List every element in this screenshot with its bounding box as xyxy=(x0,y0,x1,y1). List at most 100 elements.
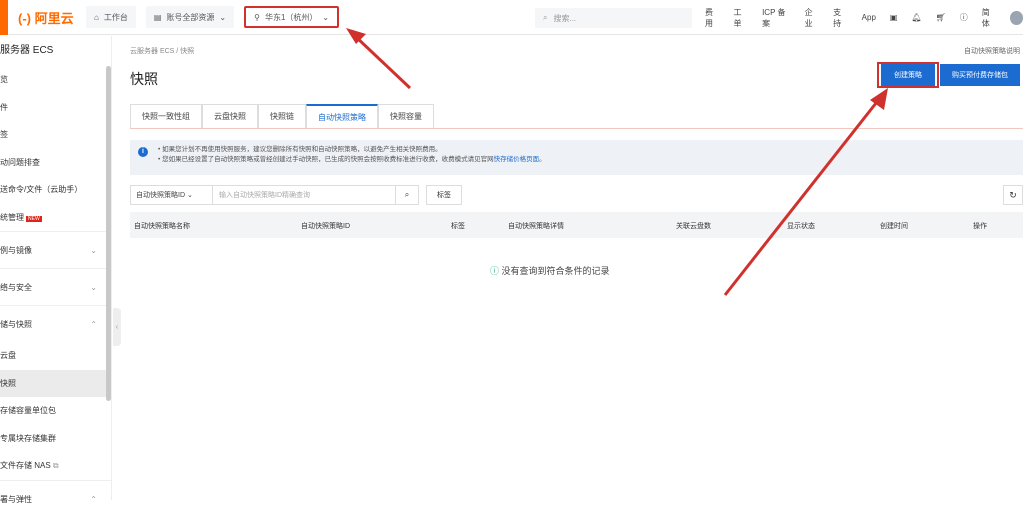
page-title: 快照 xyxy=(130,71,158,87)
sidebar-item-nas[interactable]: 文件存储 NAS ⧉ xyxy=(0,452,111,480)
sidebar-item-snapshot[interactable]: 快照 xyxy=(0,369,111,397)
workbench-label: 工作台 xyxy=(103,12,128,22)
global-search[interactable]: ⌕ 搜索... xyxy=(535,8,692,28)
chevron-down-icon: ⌄ xyxy=(90,246,97,255)
nav-fees[interactable]: 费用 xyxy=(705,7,720,29)
tag-filter-button[interactable]: 标签 xyxy=(426,185,462,205)
tab-consistency-group[interactable]: 快照一致性组 xyxy=(130,104,202,128)
empty-state: ⓘ 没有查询到符合条件的记录 xyxy=(490,264,610,277)
aliyun-logo[interactable]: (-) 阿里云 xyxy=(18,8,86,27)
refresh-icon: ↻ xyxy=(1009,189,1017,200)
sidebar-group[interactable]: 例与镜像 ⌄ xyxy=(0,231,111,268)
chevron-up-icon: ⌃ xyxy=(90,494,97,504)
bell-icon[interactable]: 🔔︎ xyxy=(911,13,921,22)
filter-bar: 自动快照策略ID ⌄ 输入自动快照策略ID精确查询 ⌕ 标签 xyxy=(130,185,462,205)
column-header: 标签 xyxy=(451,223,465,230)
breadcrumb[interactable]: 云服务器 ECS / 快照 xyxy=(130,46,194,56)
column-header: 自动快照策略ID xyxy=(301,223,350,230)
sidebar-item[interactable]: 送命令/文件（云助手） xyxy=(0,176,111,204)
column-header: 显示状态 xyxy=(787,223,815,230)
new-badge: NEW xyxy=(26,215,42,222)
tab-disk-snapshot[interactable]: 云盘快照 xyxy=(202,104,258,128)
sidebar-item[interactable]: 件 xyxy=(0,94,111,122)
sidebar-group-label: 例与镜像 xyxy=(0,246,32,255)
avatar[interactable] xyxy=(1010,10,1023,25)
column-header: 自动快照策略详情 xyxy=(508,223,564,230)
menu-button[interactable] xyxy=(0,0,8,35)
sidebar-group[interactable]: 署与弹性 ⌃ xyxy=(0,479,111,517)
filter-field-select[interactable]: 自动快照策略ID ⌄ xyxy=(130,185,213,205)
tab-snapshot-chain[interactable]: 快照链 xyxy=(258,104,306,128)
column-header: 自动快照策略名称 xyxy=(134,223,190,230)
chevron-down-icon: ⌄ xyxy=(90,283,97,292)
sidebar-group-label: 储与快照 xyxy=(0,320,32,329)
location-icon: ⚲ xyxy=(254,12,260,22)
sidebar-group[interactable]: 络与安全 ⌄ xyxy=(0,268,111,305)
chevron-down-icon: ⌄ xyxy=(219,12,227,22)
info-icon: i xyxy=(138,147,148,157)
column-header: 操作 xyxy=(973,223,987,230)
cart-icon[interactable]: 🛒︎ xyxy=(936,13,946,22)
sidebar: 服务器 ECS 览 件 签 动问题排查 送命令/文件（云助手） 统管理 NEW 例… xyxy=(0,36,112,504)
create-policy-button[interactable]: 创建策略 xyxy=(881,64,935,86)
workbench-button[interactable]: ⌂ 工作台 xyxy=(86,6,136,28)
search-icon: ⌕ xyxy=(543,13,548,22)
resource-icon: ▤ xyxy=(153,12,162,22)
image-icon[interactable]: ▣ xyxy=(890,13,898,22)
column-header: 关联云盘数 xyxy=(676,223,711,230)
help-link[interactable]: 自动快照策略说明 xyxy=(964,46,1020,56)
tab-auto-snapshot-policy[interactable]: 自动快照策略 xyxy=(306,104,378,128)
table-header: 自动快照策略名称 自动快照策略ID 标签 自动快照策略详情 关联云盘数 显示状态… xyxy=(130,212,1023,238)
nav-app[interactable]: App xyxy=(862,13,876,22)
pricing-link[interactable]: 快存储价格页面。 xyxy=(494,156,546,163)
tab-snapshot-capacity[interactable]: 快照容量 xyxy=(378,104,434,128)
search-button[interactable]: ⌕ xyxy=(396,185,419,205)
empty-message: 没有查询到符合条件的记录 xyxy=(501,266,610,276)
search-icon: ⌕ xyxy=(404,190,410,199)
tab-bar: 快照一致性组 云盘快照 快照链 自动快照策略 快照容量 xyxy=(130,104,1023,129)
region-label: 华东1（杭州） xyxy=(264,12,318,22)
sidebar-item[interactable]: 专属块存储集群 xyxy=(0,425,111,453)
sidebar-scrollbar[interactable] xyxy=(106,66,111,401)
chevron-up-icon: ⌃ xyxy=(90,320,97,329)
home-icon: ⌂ xyxy=(94,12,99,22)
chevron-down-icon: ⌄ xyxy=(186,192,193,199)
nav-icp[interactable]: ICP 备案 xyxy=(762,7,791,29)
sidebar-title: 服务器 ECS xyxy=(0,45,54,56)
refresh-button[interactable]: ↻ xyxy=(1003,185,1023,205)
language-switch[interactable]: 简体 xyxy=(982,7,997,29)
sidebar-group-label: 络与安全 xyxy=(0,283,32,292)
notice-text: 如果您计划不再使用快照服务，建议您删除所有快照和自动快照策略，以避免产生相关快照… xyxy=(162,146,442,153)
external-link-icon: ⧉ xyxy=(52,461,59,470)
annotation-arrow xyxy=(353,34,412,90)
sidebar-item[interactable]: 览 xyxy=(0,66,111,94)
info-icon: ⓘ xyxy=(490,266,500,276)
column-header: 创建时间 xyxy=(880,223,908,230)
sidebar-item[interactable]: 动问题排查 xyxy=(0,149,111,177)
nav-tickets[interactable]: 工单 xyxy=(734,7,749,29)
sidebar-item-cloud-disk[interactable]: 云盘 xyxy=(0,342,111,370)
search-placeholder: 搜索... xyxy=(553,13,577,23)
sidebar-group-label: 署与弹性 xyxy=(0,494,32,504)
sidebar-item[interactable]: 存储容量单位包 xyxy=(0,397,111,425)
buy-storage-package-button[interactable]: 购买预付费存储包 xyxy=(940,64,1020,86)
sidebar-collapse-handle[interactable]: ‹ xyxy=(113,308,121,346)
notice-banner: i • 如果您计划不再使用快照服务，建议您删除所有快照和自动快照策略，以避免产生… xyxy=(130,140,1023,175)
nav-support[interactable]: 支持 xyxy=(833,7,848,29)
sidebar-item[interactable]: 统管理 NEW xyxy=(0,204,111,232)
sidebar-group[interactable]: 储与快照 ⌃ xyxy=(0,305,111,342)
notice-line: • 如果您计划不再使用快照服务，建议您删除所有快照和自动快照策略，以避免产生相关… xyxy=(158,146,442,153)
sidebar-item-label: 统管理 xyxy=(0,212,24,222)
sidebar-item-label: 文件存储 NAS xyxy=(0,461,51,470)
account-label: 账号全部资源 xyxy=(166,12,215,22)
region-dropdown[interactable]: ⚲ 华东1（杭州） ⌄ xyxy=(244,6,340,28)
notice-text: 您如果已经设置了自动快照策略或曾经创建过手动快照，已生成的快照会按照收费标准进行… xyxy=(162,156,494,163)
nav-enterprise[interactable]: 企业 xyxy=(805,7,820,29)
top-nav: 费用 工单 ICP 备案 企业 支持 App ▣ 🔔︎ 🛒︎ ⓘ 简体 xyxy=(705,0,1023,35)
help-icon[interactable]: ⓘ xyxy=(960,12,968,23)
account-resources-dropdown[interactable]: ▤ 账号全部资源 ⌄ xyxy=(145,6,235,28)
sidebar-item[interactable]: 签 xyxy=(0,121,111,149)
filter-select-value: 自动快照策略ID xyxy=(136,192,185,199)
policy-id-search-input[interactable]: 输入自动快照策略ID精确查询 xyxy=(213,185,396,205)
chevron-down-icon: ⌄ xyxy=(322,12,330,22)
